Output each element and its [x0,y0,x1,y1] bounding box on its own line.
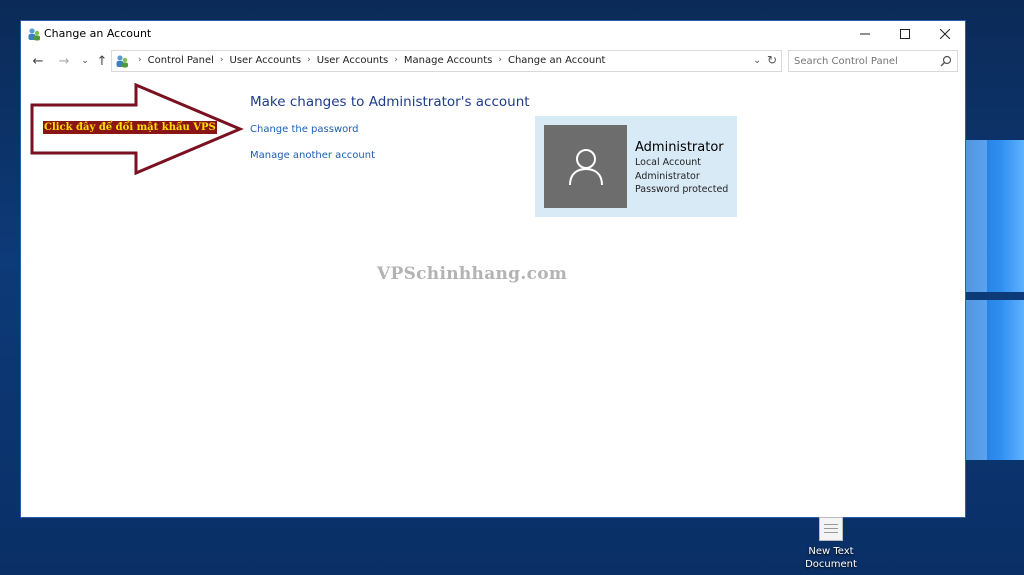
account-group: Administrator [635,171,700,182]
page-title: Make changes to Administrator's account [250,94,530,110]
windows-logo-wallpaper [965,140,1024,460]
text-document-icon [819,517,843,541]
close-button[interactable] [925,21,965,47]
minimize-icon [860,33,870,35]
close-icon [940,29,950,39]
breadcrumb-item[interactable]: User Accounts [230,55,302,66]
address-dropdown-icon[interactable]: ⌄ [753,55,761,66]
account-status: Password protected [635,184,729,195]
breadcrumb-item[interactable]: Change an Account [508,55,606,66]
avatar [544,125,627,208]
user-accounts-icon [28,28,40,41]
breadcrumb-separator-icon: › [138,55,142,65]
account-type: Local Account [635,157,701,168]
user-silhouette-icon [568,148,603,185]
maximize-button[interactable] [885,21,925,47]
breadcrumb-item[interactable]: User Accounts [317,55,389,66]
search-box[interactable] [788,50,958,72]
desktop-icon-new-text-document[interactable]: New Text Document [800,517,862,575]
watermark: VPSchinhhang.com [377,264,568,284]
annotation-callout: Click đây để đổi mật khẩu VPS [43,121,217,134]
maximize-icon [900,29,910,39]
back-button[interactable]: ← [29,52,47,70]
manage-another-account-link[interactable]: Manage another account [250,150,375,161]
breadcrumb-separator-icon[interactable]: › [220,55,224,66]
control-panel-icon [116,55,128,68]
wallpaper-light-pane [965,140,987,460]
navigation-row: ← → ⌄ ↑ › Control Panel › User Accounts … [21,49,965,75]
breadcrumb-separator-icon[interactable]: › [498,55,502,66]
breadcrumb: › Control Panel › User Accounts › User A… [132,55,605,66]
chevron-down-icon: ⌄ [81,56,89,66]
recent-locations-button[interactable]: ⌄ [76,52,94,70]
breadcrumb-item[interactable]: Manage Accounts [404,55,493,66]
account-card: Administrator Local Account Administrato… [535,116,737,217]
search-icon[interactable] [940,55,952,67]
minimize-button[interactable] [845,21,885,47]
desktop-icon-label-line2: Document [805,559,857,570]
wallpaper-gap [965,292,1024,300]
up-button[interactable]: ↑ [93,52,111,70]
desktop-icon-label: New Text Document [800,545,862,571]
address-bar[interactable]: › Control Panel › User Accounts › User A… [111,50,782,72]
breadcrumb-separator-icon[interactable]: › [307,55,311,66]
forward-button[interactable]: → [55,52,73,70]
account-name: Administrator [635,140,724,155]
desktop-icon-label-line1: New Text [808,546,854,557]
arrow-up-icon: ↑ [96,53,108,69]
breadcrumb-item[interactable]: Control Panel [148,55,214,66]
window-title: Change an Account [44,27,152,40]
refresh-icon[interactable]: ↻ [767,53,781,69]
title-bar[interactable]: Change an Account [21,21,965,47]
change-password-link[interactable]: Change the password [250,124,359,135]
arrow-left-icon: ← [32,53,44,69]
arrow-right-icon: → [58,53,70,69]
breadcrumb-separator-icon[interactable]: › [394,55,398,66]
search-input[interactable] [794,54,934,69]
